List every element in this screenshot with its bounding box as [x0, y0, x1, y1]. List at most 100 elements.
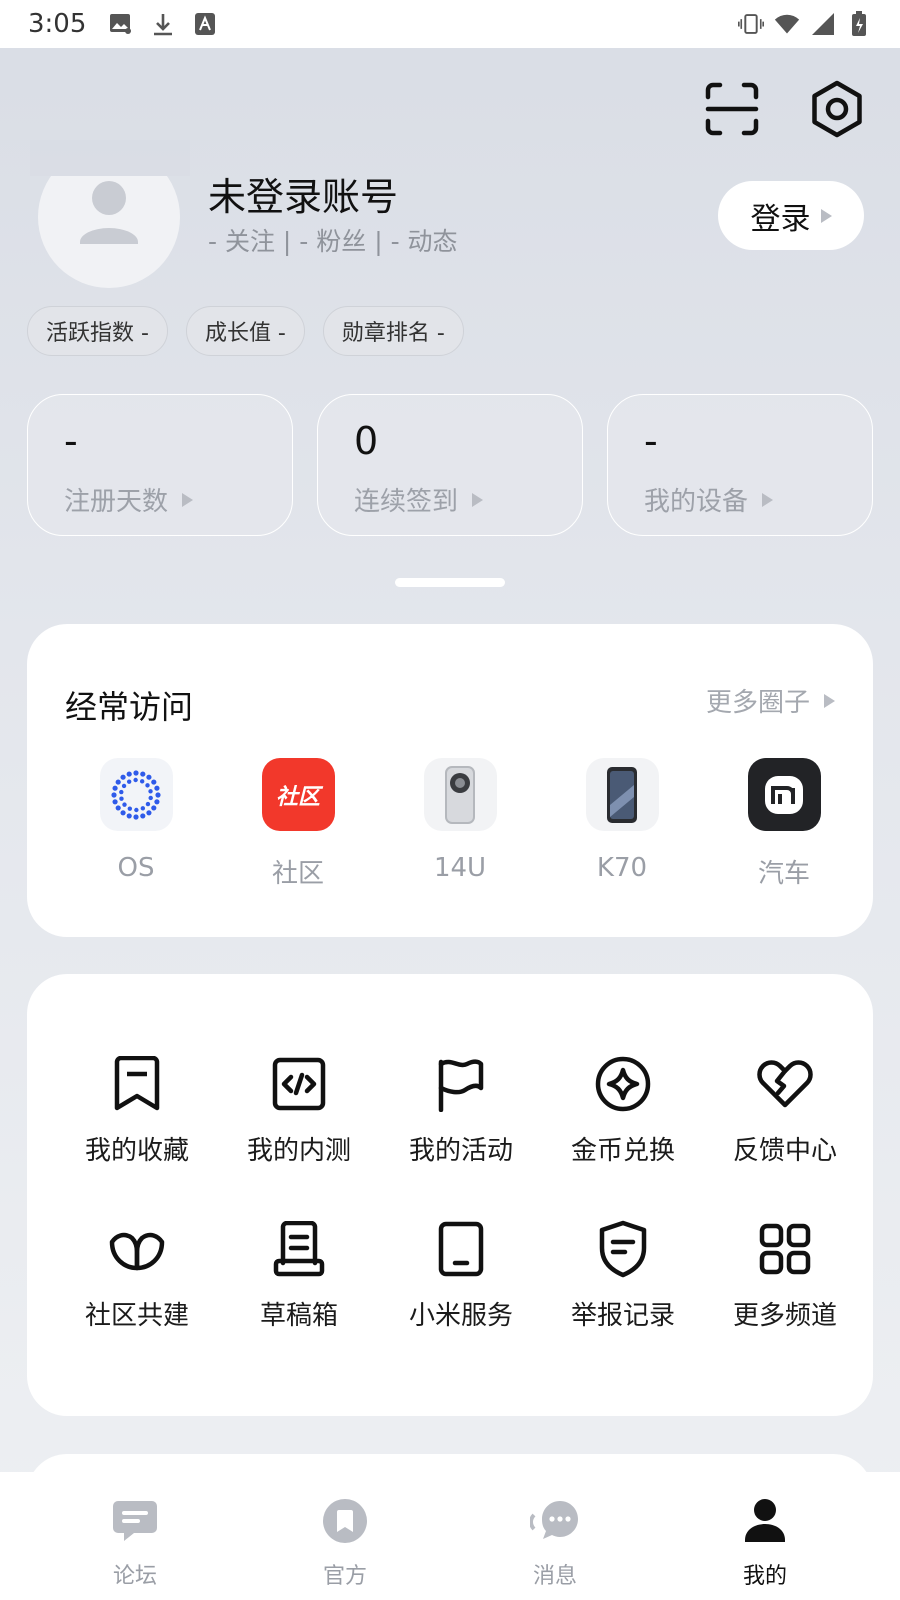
- menu-label: 我的收藏: [84, 1136, 189, 1166]
- os-dot: [112, 785, 118, 791]
- menu-label: 社区共建: [84, 1301, 189, 1331]
- frequent-item-car[interactable]: 汽车: [703, 758, 865, 890]
- person-icon: [740, 1496, 790, 1546]
- profile-name[interactable]: 未登录账号: [208, 166, 398, 221]
- frequent-item-14u[interactable]: 14U: [379, 758, 541, 890]
- menu-label: 更多频道: [732, 1301, 837, 1331]
- os-dot: [148, 788, 153, 794]
- menu-label: 反馈中心: [732, 1136, 837, 1166]
- frequent-item-os[interactable]: OS: [55, 758, 217, 890]
- os-dot: [133, 777, 138, 782]
- nav-tab-messages[interactable]: 消息: [475, 1472, 635, 1600]
- frequent-label: OS: [117, 853, 155, 883]
- menu-more-channels[interactable]: 更多频道: [704, 1219, 866, 1332]
- settings-button[interactable]: [808, 80, 866, 142]
- os-dot: [145, 782, 150, 788]
- os-dot: [133, 769, 139, 776]
- phone-14u-icon: [423, 758, 497, 831]
- vibrate-icon: [738, 11, 764, 37]
- scan-icon: [704, 81, 760, 141]
- leaf-icon: [107, 1219, 167, 1279]
- frequent-visits-card: 经常访问 更多圈子 OS 社区 社区 14U K70 汽车: [27, 624, 873, 937]
- chip-medal-rank[interactable]: 勋章排名 -: [322, 306, 464, 356]
- os-dot: [155, 791, 161, 798]
- menu-my-favorites[interactable]: 我的收藏: [56, 1054, 218, 1167]
- code-icon: [269, 1054, 329, 1114]
- stat-card-my-devices[interactable]: - 我的设备: [607, 394, 873, 536]
- frequent-label: 14U: [433, 853, 487, 883]
- nav-tab-forum[interactable]: 论坛: [55, 1472, 215, 1600]
- menu-coin-exchange[interactable]: 金币兑换: [542, 1054, 704, 1167]
- login-button[interactable]: 登录: [718, 181, 864, 250]
- draft-icon: [269, 1219, 329, 1279]
- menu-my-beta[interactable]: 我的内测: [218, 1054, 380, 1167]
- wifi-icon: [774, 11, 800, 37]
- os-dot: [115, 778, 121, 785]
- stat-label: 注册天数: [64, 487, 169, 517]
- nav-tab-official[interactable]: 官方: [265, 1472, 425, 1600]
- os-dot: [127, 805, 133, 811]
- os-dot: [134, 807, 139, 812]
- frequent-title: 经常访问: [65, 688, 194, 726]
- os-dot: [148, 795, 153, 800]
- play-arrow-icon: [820, 208, 832, 223]
- heart-icon: [755, 1054, 815, 1114]
- stat-label-row: 我的设备: [644, 481, 836, 518]
- shield-icon: [593, 1219, 653, 1279]
- scan-button[interactable]: [703, 82, 761, 140]
- forum-icon: [110, 1496, 160, 1546]
- menu-my-activities[interactable]: 我的活动: [380, 1054, 542, 1167]
- os-dot: [154, 785, 160, 791]
- os-dot: [126, 770, 132, 777]
- os-dot: [133, 813, 139, 820]
- chip-growth-value[interactable]: 成长值 -: [185, 306, 305, 356]
- os-dot: [154, 798, 160, 804]
- text-notification-icon: [192, 11, 218, 37]
- status-bar: 3:05: [0, 0, 900, 48]
- menu-report-records[interactable]: 举报记录: [542, 1219, 704, 1332]
- stat-label-row: 连续签到: [354, 481, 546, 518]
- settings-icon: [808, 80, 866, 142]
- os-dot: [121, 783, 127, 788]
- frequent-label: K70: [596, 853, 648, 883]
- os-dot: [115, 804, 121, 811]
- nav-tab-mine[interactable]: 我的: [685, 1472, 845, 1600]
- menu-label: 小米服务: [408, 1301, 513, 1331]
- os-dot: [120, 809, 126, 815]
- menu-drafts[interactable]: 草稿箱: [218, 1219, 380, 1332]
- play-arrow-icon: [824, 693, 835, 708]
- stat-label: 我的设备: [644, 487, 749, 517]
- phone-k70-icon: [585, 758, 659, 831]
- os-dot: [111, 791, 117, 798]
- os-dot: [139, 778, 145, 784]
- os-dot: [122, 801, 127, 807]
- os-dot: [140, 805, 146, 811]
- community-icon-text: 社区: [275, 784, 320, 810]
- os-dot: [126, 778, 132, 784]
- profile-stats: - 关注 | - 粉丝 | - 动态: [208, 227, 458, 256]
- download-icon: [150, 11, 176, 37]
- nav-label: 消息: [532, 1564, 577, 1589]
- os-dot: [146, 809, 152, 815]
- nav-label: 我的: [742, 1564, 787, 1589]
- stat-card-checkin-streak[interactable]: 0 连续签到: [317, 394, 583, 536]
- os-dot: [112, 798, 118, 804]
- menu-mi-service[interactable]: 小米服务: [380, 1219, 542, 1332]
- stat-card-register-days[interactable]: - 注册天数: [27, 394, 293, 536]
- frequent-items: OS 社区 社区 14U K70 汽车: [55, 758, 865, 890]
- stat-value: -: [64, 419, 78, 463]
- chip-activity-index[interactable]: 活跃指数 -: [27, 306, 168, 356]
- grid-icon: [755, 1219, 815, 1279]
- menu-community-build[interactable]: 社区共建: [56, 1219, 218, 1332]
- frequent-item-k70[interactable]: K70: [541, 758, 703, 890]
- menu-label: 我的内测: [246, 1136, 351, 1166]
- default-avatar-icon: [38, 181, 180, 288]
- drag-handle[interactable]: [395, 578, 505, 587]
- os-dot: [119, 795, 124, 801]
- menu-feedback-center[interactable]: 反馈中心: [704, 1054, 866, 1167]
- frequent-item-community[interactable]: 社区 社区: [217, 758, 379, 890]
- frequent-label: 社区: [271, 859, 324, 889]
- more-circles-link[interactable]: 更多圈子: [706, 682, 835, 719]
- menu-label: 草稿箱: [259, 1301, 338, 1331]
- menu-label: 金币兑换: [570, 1136, 675, 1166]
